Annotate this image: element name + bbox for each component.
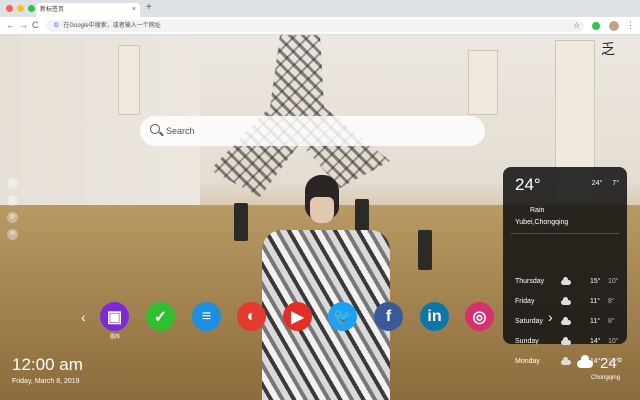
forecast-high: 14° [590,338,601,345]
background-scroll-painting [118,45,140,115]
forecast-row: Saturday 11° 8° [515,317,619,330]
reload-icon[interactable]: C [32,20,39,30]
forecast-row: Thursday 15° 10° [515,277,619,290]
background-post [418,230,432,270]
app-photos-label: 图库 [109,334,120,340]
bookmark-star-icon[interactable]: ☆ [573,21,580,30]
close-window-button[interactable] [6,5,13,12]
mini-weather-city: Chongqing [591,375,621,381]
google-icon: G [54,23,59,29]
browser-menu-icon[interactable]: ⋮ [626,20,635,31]
address-bar[interactable]: G 在Google中搜索，或者输入一个网址 [46,20,584,32]
forecast-day: Sunday [515,338,539,345]
profile-avatar[interactable] [609,21,619,31]
maximize-window-button[interactable] [28,5,35,12]
facebook-share-icon[interactable]: f [7,178,18,189]
forecast-row: Friday 11° 8° [515,297,619,310]
pinterest-share-icon[interactable]: p [7,212,18,223]
forecast-high: 11° [590,318,601,325]
search-bar[interactable] [140,116,485,146]
forecast-day: Saturday [515,318,544,325]
forecast-low: 10° [608,278,619,285]
window-controls [6,5,35,12]
mini-weather[interactable]: 24° Chongqing [577,355,633,385]
app-facebook-icon[interactable]: f [374,302,403,331]
cloud-icon [561,297,571,305]
forecast-high: 15° [590,278,601,285]
new-tab-button[interactable]: + [146,2,152,13]
app-dock: ▣ 图库 ✓ ≡ ◐ ▶ 🐦 f in ◎ [100,302,496,340]
cloud-icon [561,357,571,365]
clock-time: 12:00 am [12,355,83,374]
forecast-high: 11° [590,298,601,305]
dock-next-arrow-icon[interactable]: › [548,309,553,325]
forecast-low: 8° [608,318,615,325]
app-tasks-icon[interactable]: ✓ [146,302,175,331]
address-bar-placeholder: 在Google中搜索，或者输入一个网址 [63,23,161,29]
tab-close-icon[interactable]: × [132,3,136,17]
forward-icon[interactable]: → [19,20,28,30]
forecast-low: 8° [608,298,615,305]
weather-location: Yubei,Chongqing [515,219,569,226]
forecast-day: Monday [515,358,540,365]
forecast-row: Sunday 14° 10° [515,337,619,350]
linkedin-share-icon[interactable]: in [7,229,18,240]
background-scroll-painting [468,50,498,115]
tab-new-tab[interactable]: 新标签页 × [36,3,140,17]
tab-strip: 新标签页 × + [0,0,640,17]
app-chrome-icon[interactable]: ◐ [237,302,266,331]
twitter-share-icon[interactable]: t [7,195,18,206]
clock-date: Friday, March 8, 2019 [12,378,80,385]
background-post [234,203,248,241]
high-low-temperature: 24° 7° [584,180,619,187]
current-temperature: 24° [515,175,541,194]
dock-prev-arrow-icon[interactable]: ‹ [81,309,86,325]
background-person [262,175,390,400]
app-photos-icon[interactable]: ▣ [100,302,129,331]
forecast-day: Thursday [515,278,545,285]
cloud-icon [561,337,571,345]
low-temperature: 7° [612,180,619,187]
forecast-low: 10° [608,338,619,345]
app-notes-icon[interactable]: ≡ [192,302,221,331]
cloud-icon [561,317,571,325]
cloud-icon [561,277,571,285]
mini-weather-temp: 24° [600,355,623,372]
weather-panel[interactable]: 24° 24° 7° Rain Yubei,Chongqing Thursday… [503,167,627,365]
cloud-icon [577,355,593,368]
search-input[interactable] [166,123,466,139]
browser-toolbar: ← → C G 在Google中搜索，或者输入一个网址 ☆ ⋮ [0,17,640,35]
new-tab-page: 乏 f t p in 24° 24° 7° Rain Yubei,Chongqi… [0,35,640,400]
app-linkedin-icon[interactable]: in [420,302,449,331]
app-twitter-icon[interactable]: 🐦 [328,302,357,331]
back-icon[interactable]: ← [6,20,15,30]
divider [511,233,619,234]
extension-icon[interactable] [592,22,600,30]
tab-title: 新标签页 [40,7,65,13]
app-instagram-icon[interactable]: ◎ [465,302,494,331]
weather-condition: Rain [530,207,545,214]
search-icon [150,124,160,134]
site-logo[interactable]: 乏 [601,39,615,59]
app-youtube-icon[interactable]: ▶ [283,302,312,331]
minimize-window-button[interactable] [17,5,24,12]
forecast-day: Friday [515,298,535,305]
high-temperature: 24° [591,180,603,187]
